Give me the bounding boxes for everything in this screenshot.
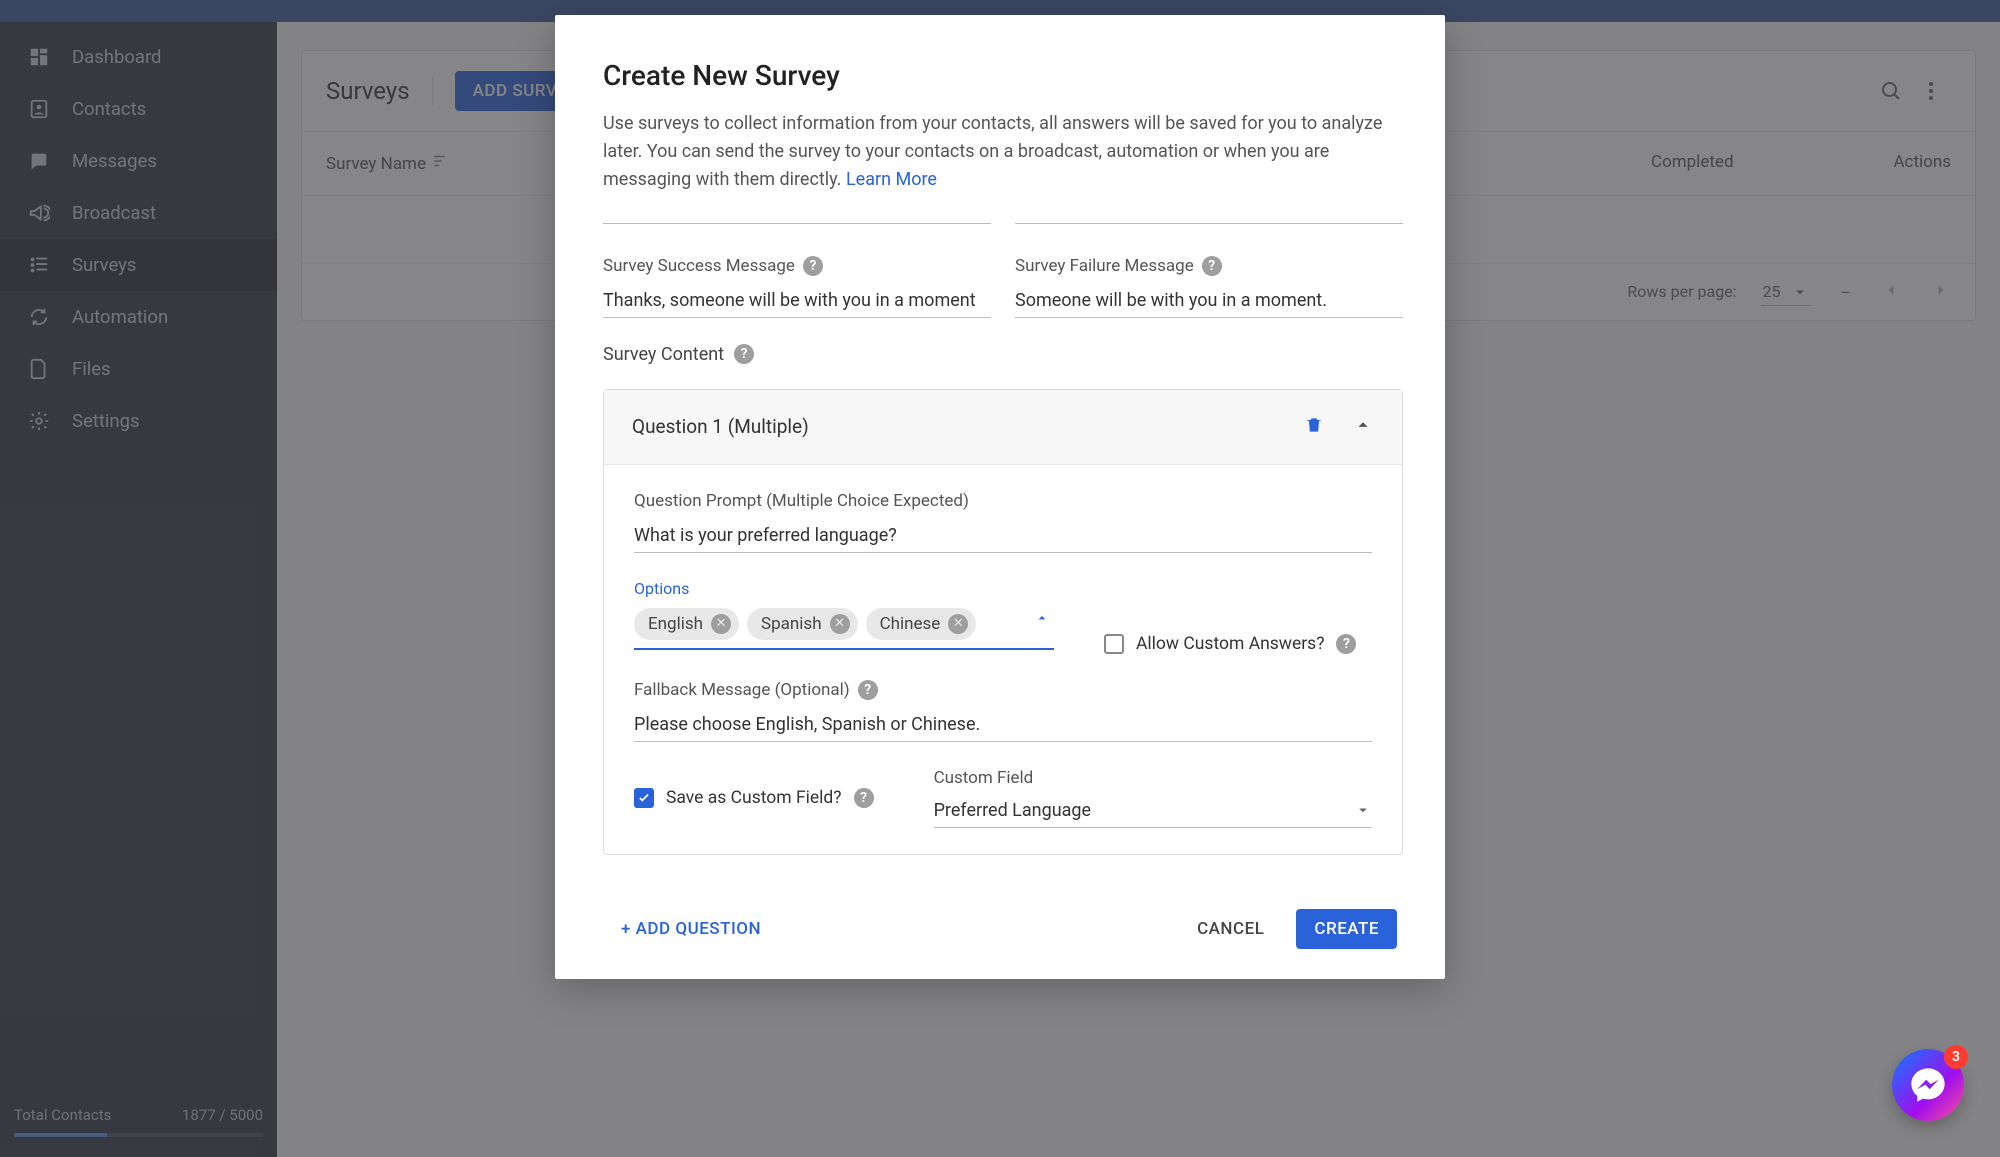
cancel-button[interactable]: CANCEL [1179,909,1282,949]
fallback-label: Fallback Message (Optional) ? [634,680,1372,700]
failure-message-label: Survey Failure Message ? [1015,256,1403,276]
create-button[interactable]: CREATE [1296,909,1397,949]
caret-down-icon [1354,801,1372,819]
question-prompt-input[interactable] [634,519,1372,553]
delete-question-button[interactable] [1304,415,1324,439]
option-chip: Chinese ✕ [866,608,977,640]
hidden-field-1[interactable] [603,218,991,224]
question-card: Question 1 (Multiple) Question Prompt (M… [603,389,1403,855]
custom-field-select[interactable]: Preferred Language [934,794,1372,828]
collapse-question-button[interactable] [1352,414,1374,440]
caret-up-icon[interactable] [1034,610,1050,630]
save-custom-field-label: Save as Custom Field? [666,788,842,808]
survey-content-label: Survey Content ? [603,344,1403,365]
help-icon[interactable]: ? [854,788,874,808]
messenger-icon [1908,1065,1948,1105]
help-icon[interactable]: ? [1336,634,1356,654]
option-chip: Spanish ✕ [747,608,858,640]
hidden-field-2[interactable] [1015,218,1403,224]
option-chip: English ✕ [634,608,739,640]
remove-chip-button[interactable]: ✕ [948,614,968,634]
options-chips-input[interactable]: English ✕ Spanish ✕ Chinese ✕ [634,608,1054,650]
save-custom-field-checkbox[interactable] [634,788,654,808]
add-question-button[interactable]: + ADD QUESTION [603,909,779,949]
fab-badge: 3 [1944,1045,1968,1069]
question-title: Question 1 (Multiple) [632,415,1304,438]
modal-description: Use surveys to collect information from … [603,110,1397,194]
modal-actions: + ADD QUESTION CANCEL CREATE [603,879,1397,949]
question-prompt-label: Question Prompt (Multiple Choice Expecte… [634,491,1372,511]
custom-field-label: Custom Field [934,768,1372,788]
help-icon[interactable]: ? [1202,256,1222,276]
allow-custom-checkbox[interactable] [1104,634,1124,654]
learn-more-link[interactable]: Learn More [846,169,937,190]
help-icon[interactable]: ? [734,344,754,364]
remove-chip-button[interactable]: ✕ [830,614,850,634]
modal-scroll[interactable]: Survey Success Message ? Survey Failure … [603,218,1417,879]
create-survey-modal: Create New Survey Use surveys to collect… [555,15,1445,979]
question-body: Question Prompt (Multiple Choice Expecte… [604,465,1402,854]
check-icon [637,791,651,805]
modal-title: Create New Survey [603,59,1397,92]
success-message-input[interactable] [603,284,991,318]
trash-icon [1304,415,1324,435]
question-header[interactable]: Question 1 (Multiple) [604,390,1402,465]
fallback-input[interactable] [634,708,1372,742]
messenger-fab[interactable]: 3 [1892,1049,1964,1121]
chevron-up-icon [1352,414,1374,436]
failure-message-input[interactable] [1015,284,1403,318]
options-label: Options [634,579,1372,598]
help-icon[interactable]: ? [858,680,878,700]
success-message-label: Survey Success Message ? [603,256,991,276]
remove-chip-button[interactable]: ✕ [711,614,731,634]
allow-custom-label: Allow Custom Answers? [1136,634,1324,654]
help-icon[interactable]: ? [803,256,823,276]
